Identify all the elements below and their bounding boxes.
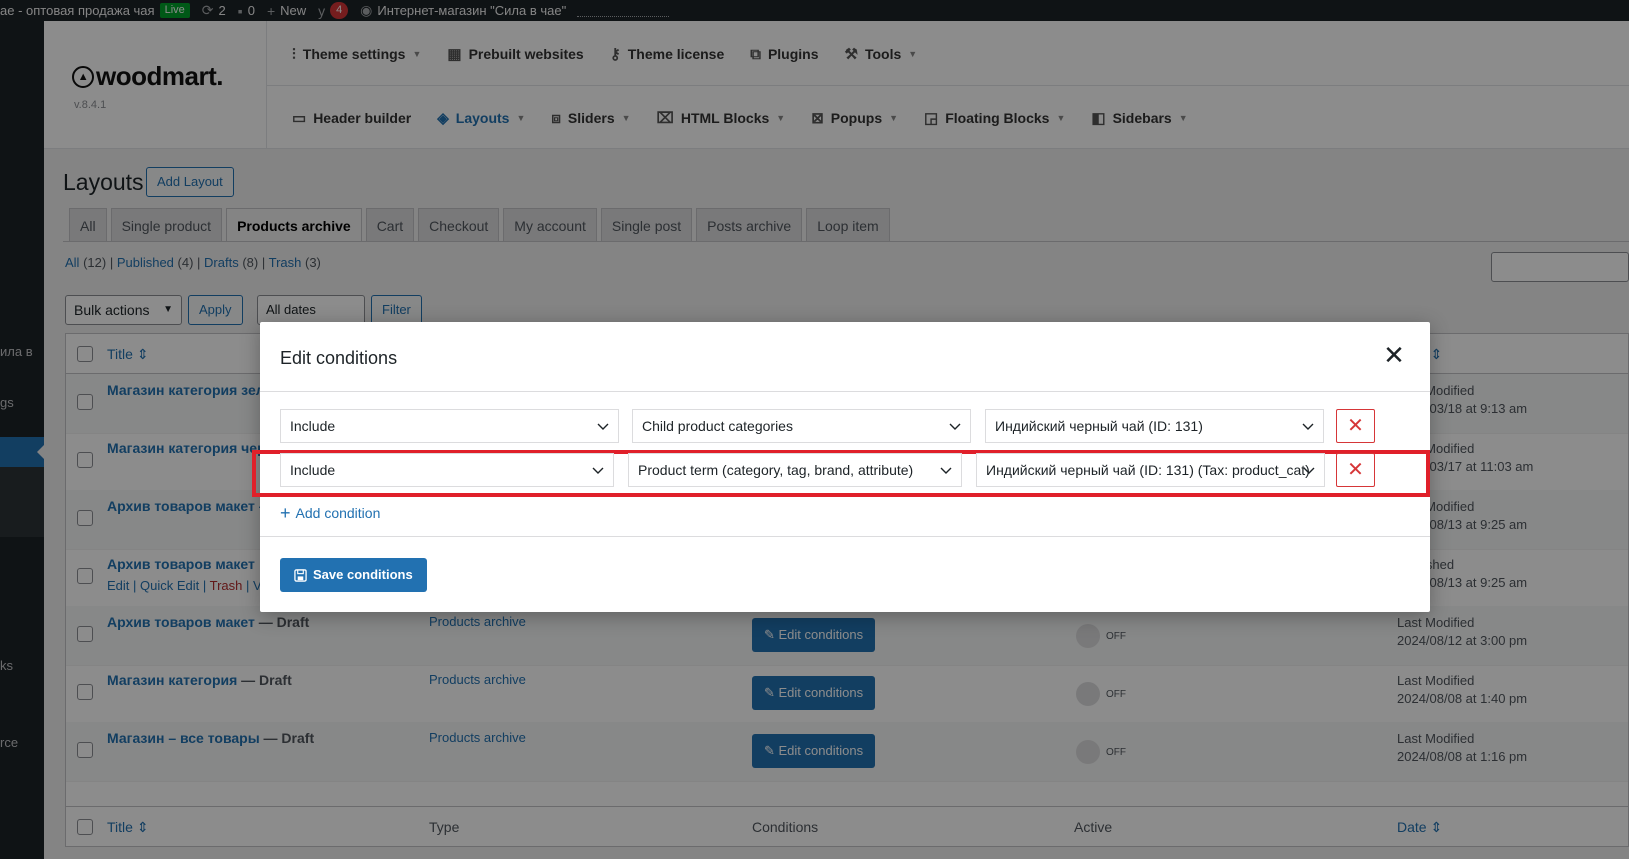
select-value: Индийский черный чай (ID: 131) (Tax: pro…	[986, 462, 1310, 478]
chevron-down-icon	[1303, 467, 1315, 474]
condition-comparison-select[interactable]: Include	[280, 409, 619, 443]
select-value: Include	[290, 462, 336, 478]
modal-title: Edit conditions	[280, 348, 398, 368]
chevron-down-icon	[1302, 423, 1314, 430]
chevron-down-icon	[597, 423, 609, 430]
condition-value-select[interactable]: Индийский черный чай (ID: 131) (Tax: pro…	[976, 453, 1325, 487]
condition-value-select[interactable]: Индийский черный чай (ID: 131)	[985, 409, 1324, 443]
edit-conditions-modal: Edit conditions ✕ Include Child product …	[252, 322, 1430, 612]
add-condition-label: Add condition	[295, 505, 381, 521]
select-value: Child product categories	[642, 418, 793, 434]
remove-condition-button[interactable]: ✕	[1336, 453, 1375, 487]
condition-type-select[interactable]: Child product categories	[632, 409, 971, 443]
modal-divider	[260, 536, 1430, 537]
save-button-label: Save conditions	[313, 567, 413, 582]
remove-condition-button[interactable]: ✕	[1336, 409, 1375, 443]
condition-comparison-select[interactable]: Include	[280, 453, 614, 487]
chevron-down-icon	[949, 423, 961, 430]
select-value: Индийский черный чай (ID: 131)	[995, 418, 1203, 434]
chevron-down-icon	[940, 467, 952, 474]
close-icon[interactable]: ✕	[1382, 343, 1406, 370]
chevron-down-icon	[592, 467, 604, 474]
modal-divider	[260, 391, 1430, 392]
select-value: Product term (category, tag, brand, attr…	[638, 462, 914, 478]
select-value: Include	[290, 418, 336, 434]
save-conditions-button[interactable]: Save conditions	[280, 558, 427, 592]
add-condition-link[interactable]: + Add condition	[280, 503, 381, 523]
plus-icon: +	[280, 503, 291, 523]
condition-type-select[interactable]: Product term (category, tag, brand, attr…	[628, 453, 962, 487]
save-icon	[294, 568, 307, 582]
